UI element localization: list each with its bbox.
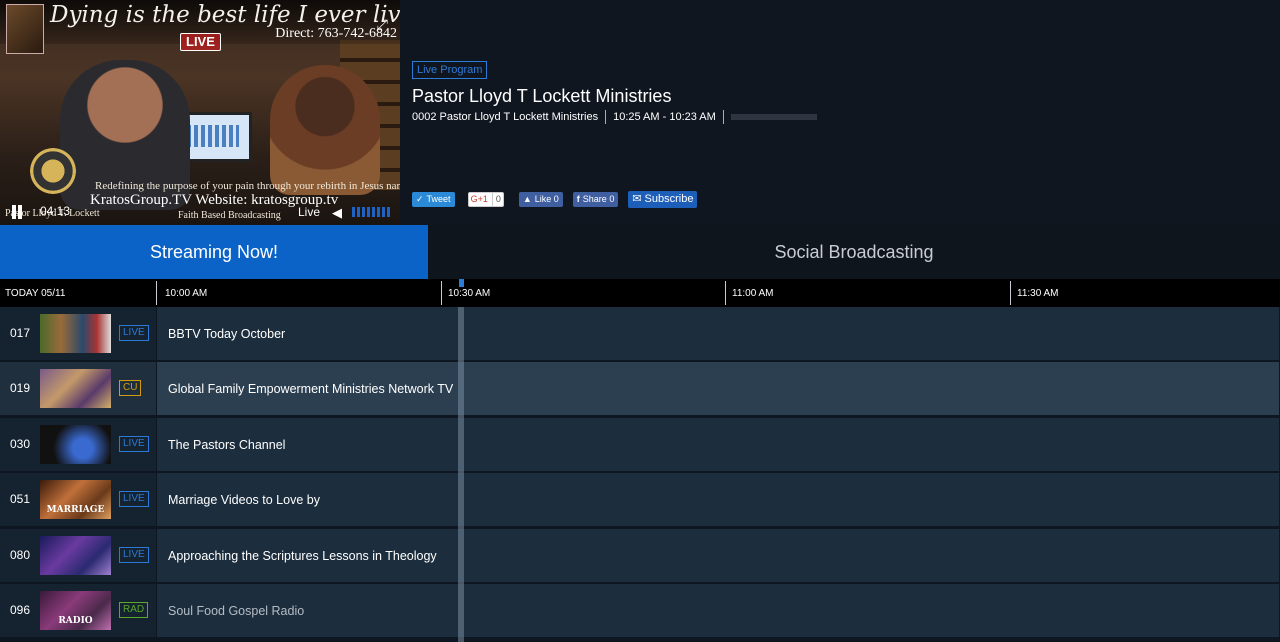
channel-cell[interactable]: 096 RADIO RAD [0,584,156,637]
channel-number: 051 [10,492,31,506]
channel-badge: RAD [119,602,149,618]
gplus-count: 0 [491,192,501,207]
channel-row[interactable]: 017 LIVE BBTV Today October [0,307,1280,360]
facebook-icon: f [576,194,580,204]
timeline-slot: 10:30 AM [448,288,491,299]
google-plus-button[interactable]: G+1 0 [467,192,504,207]
channel-thumbnail [40,314,111,353]
thumbs-up-icon: ▲ [522,194,532,204]
channel-cell[interactable]: 080 LIVE [0,529,156,582]
channel-thumbnail: MARRIAGE [40,480,111,519]
timeline-tick [441,281,442,305]
channel-badge: LIVE [119,436,149,452]
tweet-label: Tweet [426,194,451,204]
now-playing-panel: Dying is the best life I ever lived Dire… [0,0,1280,225]
program-cell[interactable]: Soul Food Gospel Radio [157,584,1279,637]
facebook-share-button[interactable]: f Share 0 [572,192,619,207]
timeline-tick [156,281,157,305]
tweet-button[interactable]: ✓ Tweet [412,192,455,207]
channel-cell[interactable]: 030 LIVE [0,418,156,471]
twitter-icon: ✓ [416,194,424,204]
timeline-tick [1010,281,1011,305]
envelope-icon: ✉ [632,193,642,205]
program-title: Approaching the Scriptures Lessons in Th… [168,549,437,563]
channel-thumbnail: RADIO [40,591,111,630]
facebook-like-button[interactable]: ▲ Like 0 [518,192,563,207]
pause-icon[interactable] [10,205,24,219]
channel-guide: 017 LIVE BBTV Today October 019 CU Globa… [0,307,1280,642]
program-progress-bar [730,114,817,120]
volume-icon[interactable]: ◀ [332,205,342,221]
channel-badge: LIVE [119,491,149,507]
channel-number: 096 [10,603,31,617]
program-cell[interactable]: Approaching the Scriptures Lessons in Th… [157,529,1279,582]
share-label: Share 0 [582,194,615,204]
program-cell[interactable]: Marriage Videos to Love by [157,473,1279,526]
thumbnail-caption: MARRIAGE [46,505,105,515]
channel-row[interactable]: 096 RADIO RAD Soul Food Gospel Radio [0,584,1280,637]
channel-thumbnail [40,425,111,464]
video-logo [6,4,44,54]
channel-thumbnail [40,369,111,408]
subscribe-button[interactable]: ✉ Subscribe [628,191,698,208]
social-buttons: ✓ Tweet G+1 0 ▲ Like 0 f Share 0 ✉ Subsc… [412,191,711,208]
video-live-badge: LIVE [180,33,221,51]
like-label: Like 0 [534,194,559,204]
timeline-now-marker [459,279,464,287]
tab-social-broadcasting[interactable]: Social Broadcasting [428,225,1280,279]
video-player[interactable]: Dying is the best life I ever lived Dire… [0,0,400,225]
fullscreen-icon[interactable]: ⤢ [377,16,388,33]
timeline-slot: 11:30 AM [1017,288,1059,299]
meta-divider [605,110,607,124]
channel-number: 019 [10,381,31,395]
channel-thumbnail [40,536,111,575]
channel-row[interactable]: 030 LIVE The Pastors Channel [0,418,1280,471]
timeline-slot: 11:00 AM [732,288,774,299]
program-title: BBTV Today October [168,327,286,341]
subscribe-label: Subscribe [644,193,694,205]
video-overlay-tagline: Redefining the purpose of your pain thro… [95,180,400,192]
video-overlay-script: Dying is the best life I ever lived [50,2,400,28]
program-meta: 0002 Pastor Lloyd T Lockett Ministries 1… [412,110,817,124]
video-host-right [270,65,380,195]
program-cell[interactable]: BBTV Today October [157,307,1279,360]
channel-badge: LIVE [119,325,149,341]
current-time-line [458,307,464,642]
channel-number: 080 [10,548,31,562]
tab-bar: Streaming Now! Social Broadcasting [0,225,1280,279]
tab-streaming-now[interactable]: Streaming Now! [0,225,428,279]
program-cell[interactable]: The Pastors Channel [157,418,1279,471]
video-live-label: Live [298,205,321,219]
channel-row[interactable]: 080 LIVE Approaching the Scriptures Less… [0,529,1280,582]
program-meta-channel: 0002 Pastor Lloyd T Lockett Ministries [412,111,599,123]
channel-number: 030 [10,437,31,451]
program-title: Global Family Empowerment Ministries Net… [168,382,454,396]
channel-cell[interactable]: 019 CU [0,362,156,415]
meta-divider [722,110,724,124]
channel-row[interactable]: 051 MARRIAGE LIVE Marriage Videos to Lov… [0,473,1280,526]
program-title: Soul Food Gospel Radio [168,604,305,618]
video-controls: 04:13 Live ◀ [0,201,400,225]
program-cell[interactable]: Global Family Empowerment Ministries Net… [157,362,1279,415]
timeline-tick [725,281,726,305]
channel-cell[interactable]: 051 MARRIAGE LIVE [0,473,156,526]
video-timecode: 04:13 [40,204,71,218]
video-seal [30,148,76,194]
program-title: Pastor Lloyd T Lockett Ministries [412,86,672,106]
channel-cell[interactable]: 017 LIVE [0,307,156,360]
program-tag: Live Program [412,61,488,79]
channel-badge: CU [119,380,142,396]
thumbnail-caption: RADIO [58,616,93,626]
gplus-label: G+1 [470,194,488,204]
channel-badge: LIVE [119,547,149,563]
program-title: Marriage Videos to Love by [168,493,320,507]
timeline-slot: 10:00 AM [165,288,208,299]
program-meta-time: 10:25 AM - 10:23 AM [613,111,716,123]
timeline-today: TODAY 05/11 [5,288,66,299]
channel-number: 017 [10,326,31,340]
channel-row[interactable]: 019 CU Global Family Empowerment Ministr… [0,362,1280,415]
timeline-header: TODAY 05/11 10:00 AM 10:30 AM 11:00 AM 1… [0,279,1280,307]
program-title: The Pastors Channel [168,438,286,452]
volume-slider[interactable] [352,207,392,217]
